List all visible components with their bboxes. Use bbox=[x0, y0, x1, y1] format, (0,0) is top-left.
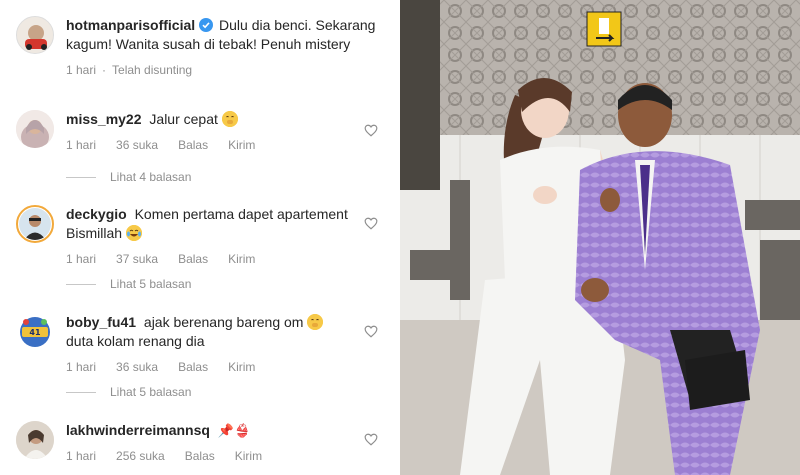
like-count[interactable]: 36 suka bbox=[116, 360, 158, 374]
view-replies-button[interactable]: Lihat 5 balasan bbox=[66, 277, 191, 291]
reply-button[interactable]: Balas bbox=[178, 252, 208, 266]
username[interactable]: lakhwinderreimannsq bbox=[66, 422, 210, 438]
tears-of-joy-emoji-icon bbox=[125, 225, 142, 241]
comment-text: ajak berenang bareng om bbox=[143, 314, 304, 330]
like-count[interactable]: 256 suka bbox=[116, 449, 165, 463]
view-replies-label[interactable]: Lihat 5 balasan bbox=[110, 385, 191, 399]
dot-separator: · bbox=[102, 63, 107, 77]
timestamp[interactable]: 1 hari bbox=[66, 449, 96, 463]
exit-sign-icon bbox=[587, 12, 621, 46]
reply-button[interactable]: Balas bbox=[178, 360, 208, 374]
svg-text:41: 41 bbox=[29, 328, 41, 337]
send-button[interactable]: Kirim bbox=[228, 360, 255, 374]
comment-meta: 1 hari 36 suka Balas Kirim bbox=[66, 360, 380, 374]
like-count[interactable]: 37 suka bbox=[116, 252, 158, 266]
avatar[interactable] bbox=[16, 16, 54, 54]
comment-text-line2: duta kolam renang dia bbox=[66, 333, 205, 349]
comments-panel: hotmanparisofficial Dulu dia benci. Seka… bbox=[0, 0, 396, 475]
username[interactable]: miss_my22 bbox=[66, 111, 142, 127]
username[interactable]: hotmanparisofficial bbox=[66, 17, 195, 33]
verified-badge-icon bbox=[199, 18, 214, 32]
hand-over-mouth-emoji-icon bbox=[307, 314, 324, 330]
edited-label: Telah disunting bbox=[112, 63, 193, 77]
heart-icon[interactable] bbox=[364, 217, 378, 230]
avatar[interactable]: 41 bbox=[16, 313, 54, 351]
timestamp[interactable]: 1 hari bbox=[66, 252, 96, 266]
avatar[interactable] bbox=[16, 110, 54, 148]
comment-item: deckygio Komen pertama dapet apartement … bbox=[16, 205, 380, 266]
reply-button[interactable]: Balas bbox=[185, 449, 215, 463]
avatar[interactable] bbox=[16, 421, 54, 459]
avatar[interactable] bbox=[16, 205, 54, 243]
heart-icon[interactable] bbox=[364, 325, 378, 338]
comment-item: miss_my22 Jalur cepat 1 hari 36 suka Bal… bbox=[16, 110, 380, 152]
username[interactable]: deckygio bbox=[66, 206, 127, 222]
comment-meta: 1 hari 36 suka Balas Kirim bbox=[66, 138, 380, 152]
photo-illustration bbox=[400, 0, 800, 475]
view-replies-button[interactable]: Lihat 4 balasan bbox=[66, 170, 191, 184]
heart-icon[interactable] bbox=[364, 433, 378, 446]
comment-text: Jalur cepat bbox=[149, 111, 218, 127]
like-count[interactable]: 36 suka bbox=[116, 138, 158, 152]
send-button[interactable]: Kirim bbox=[228, 138, 255, 152]
heart-icon[interactable] bbox=[364, 124, 378, 137]
view-replies-label[interactable]: Lihat 4 balasan bbox=[110, 170, 191, 184]
timestamp[interactable]: 1 hari bbox=[66, 138, 96, 152]
replies-line bbox=[66, 176, 96, 178]
username[interactable]: boby_fu41 bbox=[66, 314, 136, 330]
caption-text: hotmanparisofficial Dulu dia benci. Seka… bbox=[66, 16, 380, 54]
send-button[interactable]: Kirim bbox=[228, 252, 255, 266]
view-replies-label[interactable]: Lihat 5 balasan bbox=[110, 277, 191, 291]
caption-meta: 1 hari · Telah disunting bbox=[66, 63, 380, 77]
reply-button[interactable]: Balas bbox=[178, 138, 208, 152]
comment-meta: 1 hari 37 suka Balas Kirim bbox=[66, 252, 380, 266]
comment-text: 📌👙 bbox=[217, 423, 251, 438]
comment-item: 41 boby_fu41 ajak berenang bareng om dut… bbox=[16, 313, 380, 374]
replies-line bbox=[66, 391, 96, 393]
hand-over-mouth-emoji-icon bbox=[221, 111, 238, 127]
send-button[interactable]: Kirim bbox=[235, 449, 262, 463]
view-replies-button[interactable]: Lihat 5 balasan bbox=[66, 385, 191, 399]
comment-meta: 1 hari 256 suka Balas Kirim bbox=[66, 449, 380, 463]
caption: hotmanparisofficial Dulu dia benci. Seka… bbox=[16, 16, 380, 77]
timestamp[interactable]: 1 hari bbox=[66, 360, 96, 374]
comment-item: lakhwinderreimannsq 📌👙 1 hari 256 suka B… bbox=[16, 421, 380, 463]
post-photo bbox=[400, 0, 800, 475]
timestamp[interactable]: 1 hari bbox=[66, 63, 96, 77]
replies-line bbox=[66, 283, 96, 285]
